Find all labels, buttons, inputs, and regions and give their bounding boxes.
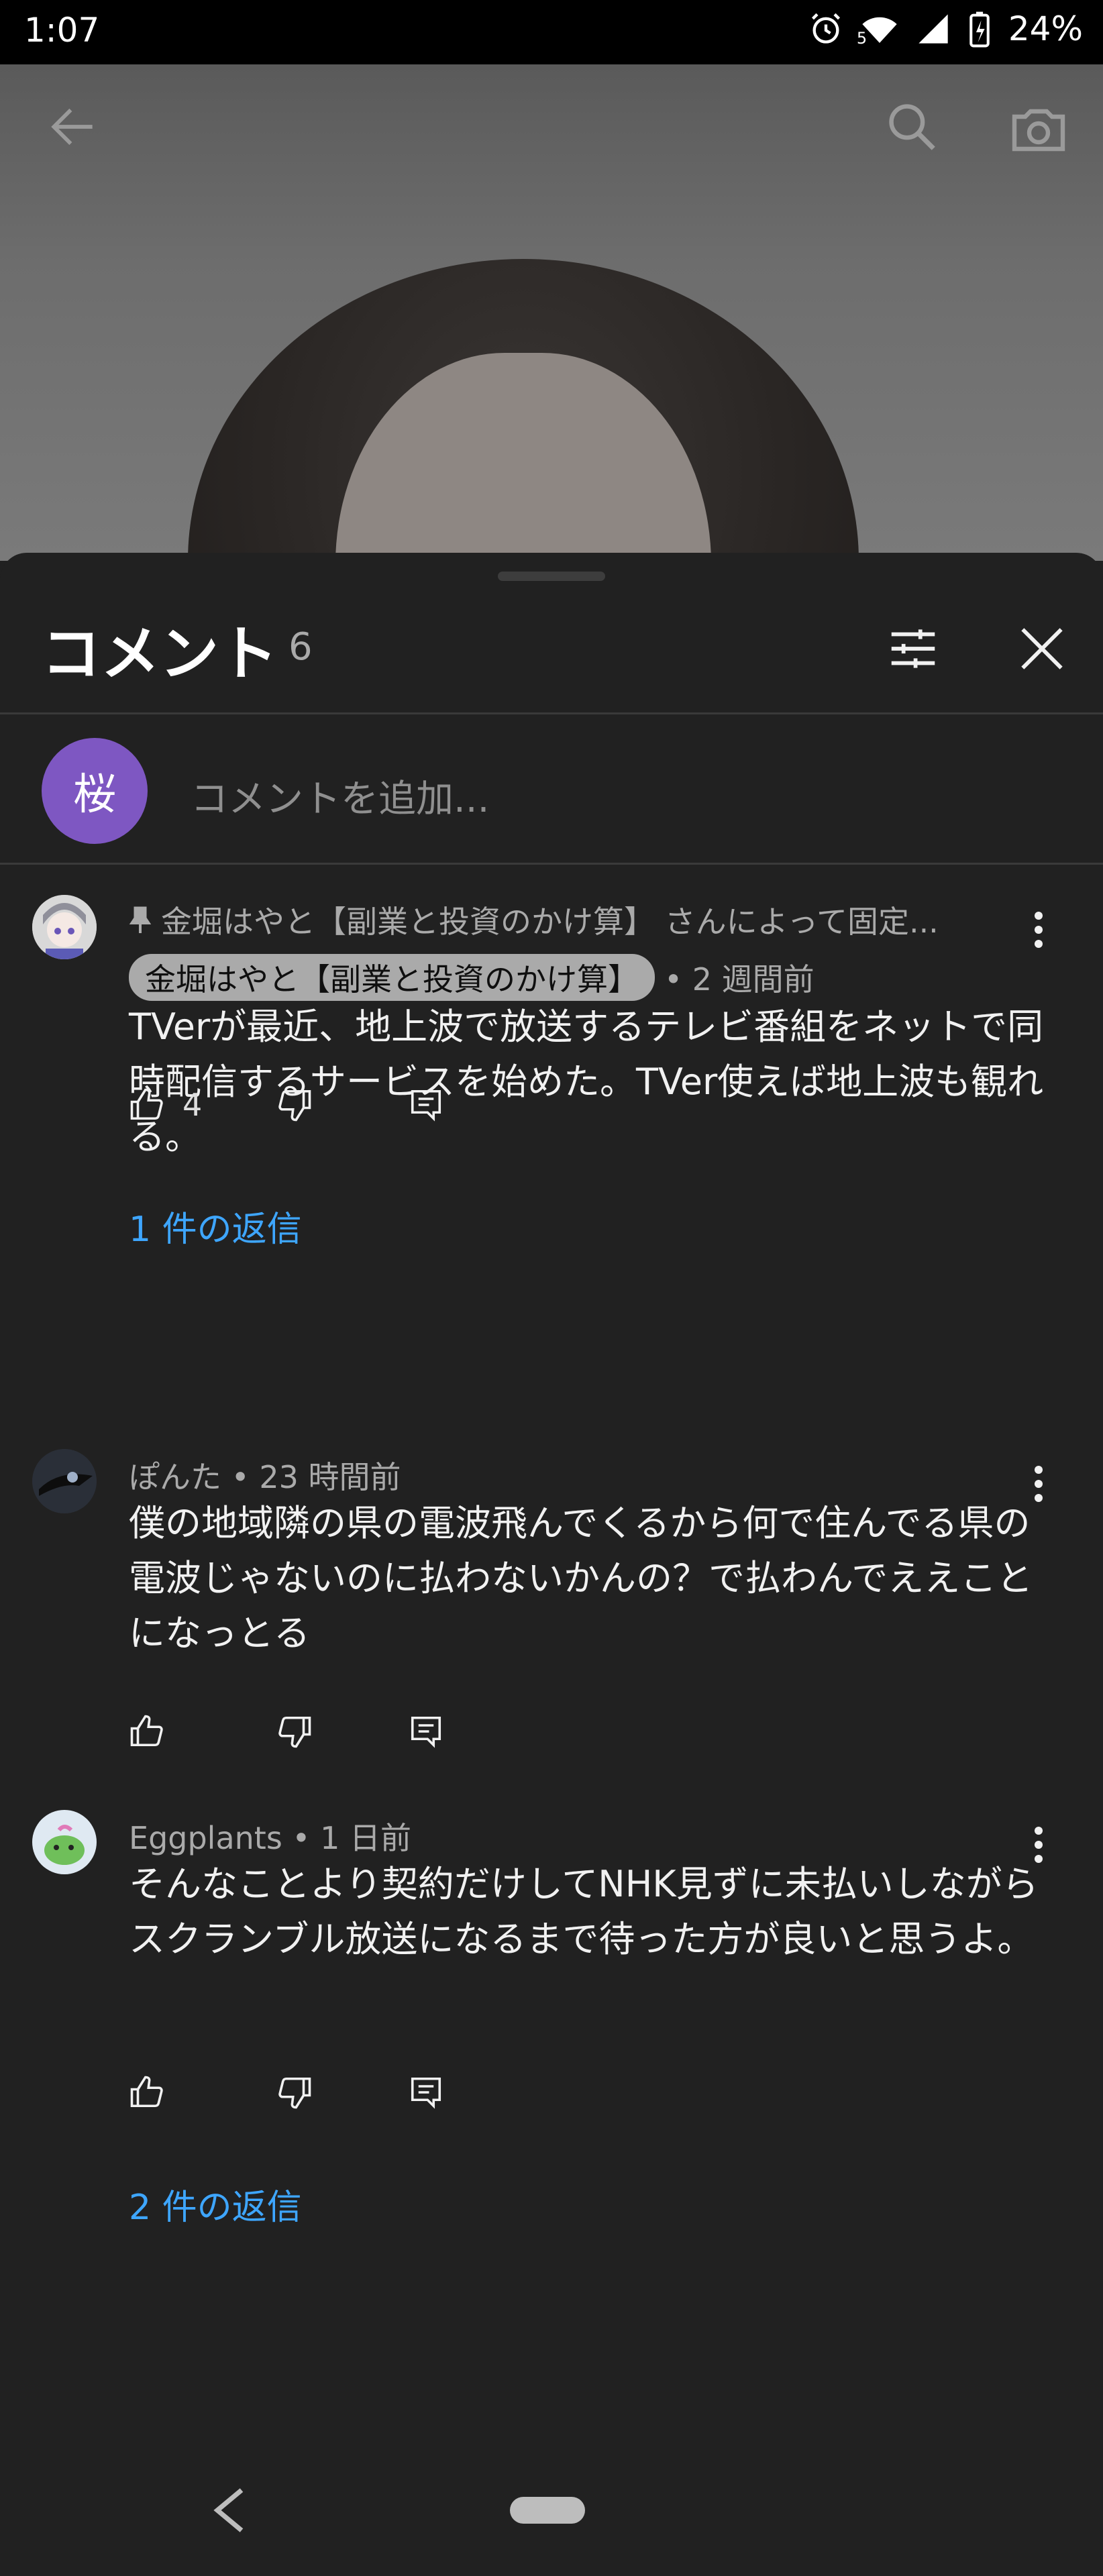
like-button[interactable]: 4 xyxy=(129,1087,276,1123)
pin-icon xyxy=(129,906,152,933)
thumb-up-icon xyxy=(130,1715,163,1747)
like-button[interactable] xyxy=(129,1713,276,1750)
nav-home-pill[interactable] xyxy=(510,2497,585,2524)
battery-charging-icon xyxy=(969,11,990,48)
reply-comment-icon xyxy=(411,2077,441,2109)
comment-meta: 金堀はやと【副業と投資のかけ算】 • 2 週間前 xyxy=(129,954,815,1001)
signal-icon xyxy=(918,14,948,44)
user-avatar-letter: 桜 xyxy=(73,770,116,820)
reply-comment-icon xyxy=(411,1089,441,1122)
view-replies-link[interactable]: 2 件の返信 xyxy=(129,2179,302,2229)
like-count: 4 xyxy=(182,1087,203,1123)
close-icon[interactable] xyxy=(1013,620,1071,678)
drag-handle[interactable] xyxy=(498,572,605,581)
reply-comment-icon xyxy=(411,1716,441,1748)
comment-time: • 2 週間前 xyxy=(664,961,815,998)
video-player[interactable] xyxy=(0,64,1103,561)
status-time: 1:07 xyxy=(24,11,100,50)
reply-button[interactable] xyxy=(408,1087,444,1123)
thumb-up-icon xyxy=(130,2076,163,2108)
back-arrow-icon[interactable] xyxy=(44,98,102,156)
nav-back-icon[interactable] xyxy=(209,2486,250,2534)
add-comment-input[interactable]: コメントを追加... xyxy=(191,769,489,823)
wifi-icon: 5 xyxy=(857,11,898,48)
user-avatar: 桜 xyxy=(42,738,148,844)
search-icon[interactable] xyxy=(883,98,941,156)
status-bar: 1:07 5 24% xyxy=(0,0,1103,64)
comment-text: 僕の地域隣の県の電波飛んでくるから何で住んでる県の電波じゃないのに払わないかんの… xyxy=(129,1502,1033,1654)
reply-button[interactable] xyxy=(408,1713,444,1750)
pinned-by-text: 金堀はやと【副業と投資のかけ算】 さんによって固定... xyxy=(161,904,939,940)
like-button[interactable] xyxy=(129,2074,276,2110)
input-divider xyxy=(0,863,1103,865)
commenter-avatar[interactable] xyxy=(32,1449,97,1513)
pinned-label: 金堀はやと【副業と投資のかけ算】 さんによって固定... xyxy=(129,898,939,942)
header-divider xyxy=(0,712,1103,714)
eggplant-avatar-icon xyxy=(32,1810,97,1874)
dark-bird-avatar-icon xyxy=(32,1449,97,1513)
thumb-down-icon xyxy=(278,2077,311,2109)
creator-author-chip[interactable]: 金堀はやと【副業と投資のかけ算】 xyxy=(129,954,655,1001)
commenter-avatar[interactable] xyxy=(32,895,97,959)
network-type-label: 5 xyxy=(856,29,868,48)
reply-button[interactable] xyxy=(408,2074,444,2110)
comment-meta: Eggplants • 1 日前 xyxy=(129,1820,412,1856)
battery-percent: 24% xyxy=(1008,9,1083,48)
comment-actions xyxy=(129,1713,444,1750)
dislike-button[interactable] xyxy=(276,1087,408,1123)
thumb-down-icon xyxy=(278,1089,311,1122)
comments-title: コメント xyxy=(42,619,278,688)
status-icons: 5 24% xyxy=(808,9,1083,48)
alarm-icon xyxy=(811,13,840,44)
view-replies-link[interactable]: 1 件の返信 xyxy=(129,1201,302,1251)
more-vert-icon[interactable] xyxy=(1027,910,1051,950)
comments-count: 6 xyxy=(288,625,313,669)
comment-actions xyxy=(129,2074,444,2110)
commenter-avatar[interactable] xyxy=(32,1810,97,1874)
comment-actions: 4 xyxy=(129,1087,444,1123)
filter-sliders-icon[interactable] xyxy=(884,620,942,678)
comment-meta: ぽんた • 23 時間前 xyxy=(129,1459,401,1495)
anime-avatar-icon xyxy=(32,895,97,959)
dislike-button[interactable] xyxy=(276,1713,408,1750)
dislike-button[interactable] xyxy=(276,2074,408,2110)
thumb-up-icon xyxy=(130,1088,163,1120)
comment-text: そんなことより契約だけしてNHK見ずに未払いしながらスクランブル放送になるまで待… xyxy=(129,1863,1039,1960)
thumb-down-icon xyxy=(278,1716,311,1748)
camera-icon[interactable] xyxy=(1006,98,1071,162)
comments-sheet: コメント 6 桜 コメントを追加... 金堀はやと【副業と投資のかけ算】 さんに… xyxy=(0,553,1103,2576)
comment-text: TVerが最近、地上波で放送するテレビ番組をネットで同時配信するサービスを始めた… xyxy=(129,1006,1044,1158)
